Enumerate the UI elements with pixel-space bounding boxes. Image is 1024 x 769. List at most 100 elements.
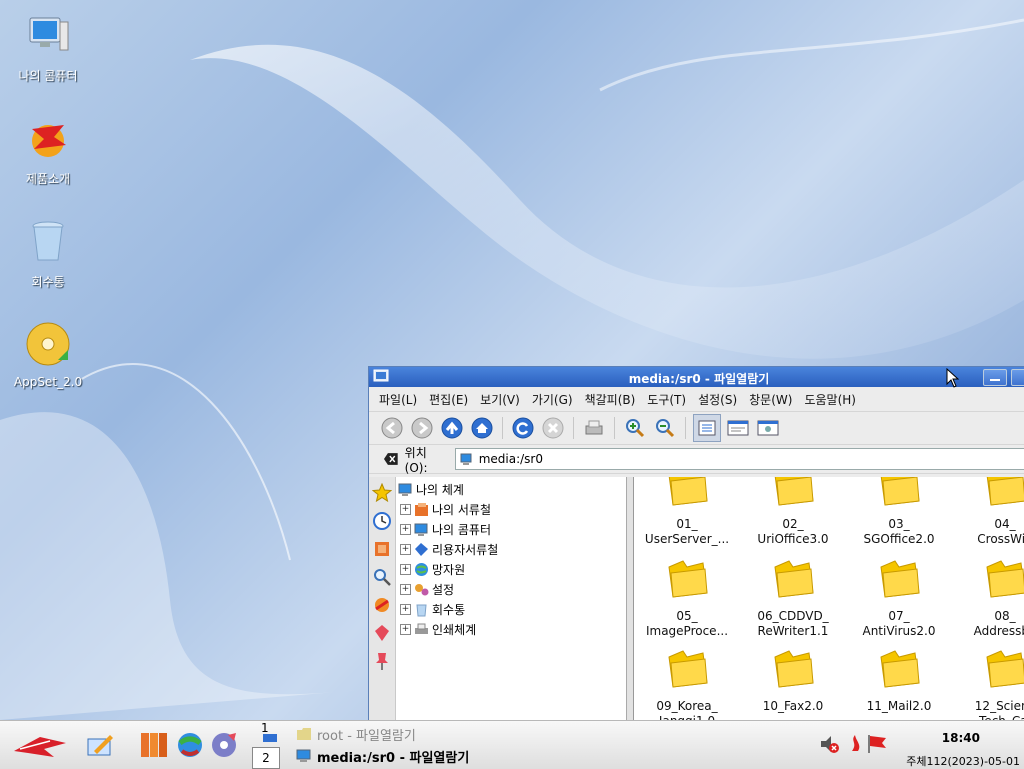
location-input[interactable]: media:/sr0 [454,448,1024,470]
desktop-icon-appset[interactable]: AppSet_2.0 [3,320,93,389]
pager-desktop-2[interactable]: 2 [252,747,280,769]
tree-expander[interactable]: + [400,503,411,515]
folder-icon [297,728,311,740]
office-launcher-icon[interactable] [138,729,170,761]
print-icon [585,420,603,435]
file-item[interactable]: 12_SciencTech_Cal [952,647,1024,727]
menu-view[interactable]: 보기(V) [474,391,526,408]
file-item[interactable]: 08_Addressbo [952,557,1024,639]
folder-icon [986,560,1024,598]
file-item[interactable]: 10_Fax2.0 [740,647,846,714]
tree-item-my-documents[interactable]: + 나의 서류철 [396,499,626,519]
file-item[interactable]: 01_ UserServer_... [634,477,740,547]
stop-button[interactable] [540,415,566,441]
tree-item-settings[interactable]: + 설정 [396,579,626,599]
folder-icon [986,650,1024,688]
tag-tab-icon[interactable] [372,623,392,643]
settings-icon [415,583,429,595]
services-tab-icon[interactable] [372,595,392,615]
tree-item-printing[interactable]: + 인쇄체계 [396,619,626,639]
flag-tray-icon[interactable] [866,733,888,755]
tree-item-user-folders[interactable]: + 리용자서류철 [396,539,626,559]
print-button[interactable] [581,415,607,441]
folder-icon [880,650,920,688]
tree-item-network[interactable]: + 망자원 [396,559,626,579]
tree-expander[interactable]: + [400,583,411,595]
tree-item-my-computer[interactable]: + 나의 콤퓨터 [396,519,626,539]
desktop-icon-trash[interactable]: 회수통 [3,218,93,290]
file-item[interactable]: 04_CrossWin [952,477,1024,547]
history-tab-icon[interactable] [372,511,392,531]
tree-expander[interactable]: + [400,563,411,575]
minimize-icon [990,379,1000,381]
desktop-icon-label: 제품소개 [25,172,71,186]
trash-icon [32,221,64,261]
window-title: media:/sr0 - 파일열람기 [628,372,770,386]
documents-tab-icon[interactable] [372,539,392,559]
file-icon-view: 01_ UserServer_... 02_ UriOffice3.0 03_ SGOff… [633,477,1024,727]
minimize-button[interactable] [983,369,1007,386]
media-launcher-icon[interactable] [208,729,240,761]
file-item[interactable]: 11_Mail2.0 [846,647,952,714]
file-manager-window: media:/sr0 - 파일열람기 파일(L) 편집(E) 보기(V) 가기(… [368,366,1024,728]
desktop-icon-computer[interactable]: 나의 콤퓨터 [3,12,93,84]
start-menu-icon[interactable] [10,729,70,761]
maximize-button[interactable] [1011,369,1024,386]
browser-launcher-icon[interactable] [174,729,206,761]
reload-button[interactable] [510,415,536,441]
preview-button[interactable] [755,415,781,441]
up-button[interactable] [439,415,465,441]
detail-view-button[interactable] [725,415,751,441]
pager-desktop-1[interactable]: 1 [252,721,280,745]
pin-tab-icon[interactable] [372,651,392,671]
toolbar-separator [614,417,615,439]
tree-expander[interactable]: + [400,603,411,615]
clear-location-icon[interactable] [383,452,399,466]
tree-item-label: 설정 [432,582,455,597]
pager-desktop-2-label: 2 [262,751,270,765]
menu-bookmarks[interactable]: 책갈피(B) [579,391,642,408]
menu-tools[interactable]: 도구(T) [641,391,692,408]
clock-time[interactable]: 18:40 [942,731,980,745]
zoom-in-button[interactable] [622,415,648,441]
menu-edit[interactable]: 편집(E) [423,391,474,408]
file-item[interactable]: 03_ SGOffice2.0 [846,477,952,547]
icon-view-button[interactable] [693,414,721,442]
task-media-file-manager[interactable]: media:/sr0 - 파일열람기 [296,746,469,766]
task-label: root - 파일열람기 [317,728,416,744]
folder-icon [774,560,814,598]
volume-muted-icon[interactable] [818,733,840,755]
editor-launcher-icon[interactable] [84,729,116,761]
file-item[interactable]: 02_ UriOffice3.0 [740,477,846,547]
trash-icon [416,604,427,616]
menu-go[interactable]: 가기(G) [526,391,579,408]
file-name-line1: 01_ [676,517,698,531]
file-item[interactable]: 06_CDDVD_ ReWriter1.1 [740,557,846,639]
home-button[interactable] [469,415,495,441]
search-tab-icon[interactable] [372,567,392,587]
file-name-line2: Addressbo [973,624,1024,638]
bookmarks-tab-icon[interactable] [372,483,392,503]
desktop-icon-product-intro[interactable]: 제품소개 [3,115,93,187]
menu-help[interactable]: 도움말(H) [798,391,862,408]
file-item[interactable]: 05_ ImageProce... [634,557,740,639]
tree-expander[interactable]: + [400,543,411,555]
flame-tray-icon[interactable] [844,733,866,755]
tree-expander[interactable]: + [400,623,411,635]
menu-file[interactable]: 파일(L) [373,391,423,408]
back-button[interactable] [379,415,405,441]
file-item[interactable]: 09_Korea_Janggi1.0 [634,647,740,727]
folder-icon [668,477,708,506]
zoom-out-button[interactable] [652,415,678,441]
window-titlebar[interactable]: media:/sr0 - 파일열람기 [369,367,1024,387]
menu-window[interactable]: 창문(W) [743,391,798,408]
forward-button[interactable] [409,415,435,441]
menu-settings[interactable]: 설정(S) [692,391,743,408]
task-root-file-manager[interactable]: root - 파일열람기 [296,724,416,744]
tree-expander[interactable]: + [400,523,411,535]
tree-item-trash[interactable]: + 회수통 [396,599,626,619]
folder-icon [668,650,708,688]
file-item[interactable]: 07_ AntiVirus2.0 [846,557,952,639]
tree-item-my-system[interactable]: 나의 체계 [396,479,626,499]
file-name-line1: 02_ [782,517,804,531]
